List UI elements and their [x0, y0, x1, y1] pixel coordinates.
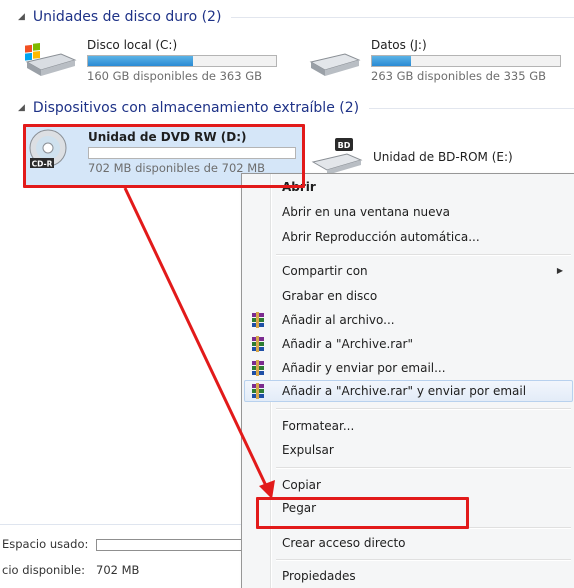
group-header-hard-disks[interactable]: ◢ Unidades de disco duro (2) — [18, 7, 574, 27]
group-title: Dispositivos con almacenamiento extraíbl… — [32, 100, 360, 116]
collapse-triangle-icon[interactable]: ◢ — [18, 12, 25, 22]
menu-separator — [276, 467, 571, 469]
drive-name: Datos (J:) — [371, 38, 427, 52]
group-header-removable[interactable]: ◢ Dispositivos con almacenamiento extraí… — [18, 98, 574, 118]
menu-item-burn[interactable]: Grabar en disco — [244, 285, 573, 307]
menu-item-add-rar-email[interactable]: Añadir a "Archive.rar" y enviar por emai… — [244, 380, 573, 402]
menu-item-create-shortcut[interactable]: Crear acceso directo — [244, 532, 573, 554]
drive-e[interactable]: BD Unidad de BD-ROM (E:) — [307, 134, 572, 178]
drive-c[interactable]: Disco local (C:) 160 GB disponibles de 3… — [21, 38, 291, 83]
menu-item-add-archive[interactable]: Añadir al archivo... — [244, 309, 573, 331]
winrar-icon — [252, 336, 264, 352]
group-divider — [231, 16, 574, 18]
annotation-box-dvd-drive — [23, 124, 305, 188]
menu-item-eject[interactable]: Expulsar — [244, 439, 573, 461]
menu-item-open-new-window[interactable]: Abrir en una ventana nueva — [244, 201, 573, 223]
winrar-icon — [252, 360, 264, 376]
drive-name: Unidad de BD-ROM (E:) — [373, 150, 513, 164]
menu-item-add-email[interactable]: Añadir y enviar por email... — [244, 357, 573, 379]
bd-rom-drive-icon: BD — [311, 138, 363, 175]
collapse-triangle-icon[interactable]: ◢ — [18, 103, 25, 113]
free-space-label: cio disponible: — [2, 563, 85, 577]
menu-item-properties[interactable]: Propiedades — [244, 565, 573, 587]
windows-drive-icon — [25, 43, 77, 76]
used-space-label: Espacio usado: — [2, 537, 89, 551]
menu-separator — [276, 254, 571, 256]
capacity-fill — [88, 56, 194, 66]
drive-name: Disco local (C:) — [87, 38, 178, 52]
capacity-fill — [372, 56, 412, 66]
menu-item-autoplay[interactable]: Abrir Reproducción automática... — [244, 226, 573, 248]
winrar-icon — [252, 312, 264, 328]
hard-drive-icon — [309, 53, 361, 76]
submenu-arrow-icon: ▶ — [556, 266, 563, 275]
menu-item-copy[interactable]: Copiar — [244, 474, 573, 496]
menu-item-format[interactable]: Formatear... — [244, 415, 573, 437]
capacity-bar — [87, 55, 277, 67]
drive-j[interactable]: Datos (J:) 263 GB disponibles de 335 GB — [305, 38, 570, 83]
free-space-value: 702 MB — [96, 563, 140, 577]
menu-item-add-archive-rar[interactable]: Añadir a "Archive.rar" — [244, 333, 573, 355]
free-space-text: 160 GB disponibles de 363 GB — [87, 69, 263, 83]
group-title: Unidades de disco duro (2) — [32, 9, 222, 25]
used-space-bar — [96, 539, 248, 551]
winrar-icon — [252, 383, 264, 399]
menu-separator — [276, 408, 571, 410]
menu-item-share-with[interactable]: Compartir con ▶ — [244, 260, 573, 282]
group-divider — [369, 107, 574, 109]
menu-separator — [276, 559, 571, 561]
details-pane: Espacio usado: cio disponible: 702 MB — [0, 524, 250, 588]
svg-text:BD: BD — [338, 141, 351, 150]
annotation-box-paste — [256, 497, 469, 529]
capacity-bar — [371, 55, 561, 67]
free-space-text: 263 GB disponibles de 335 GB — [371, 69, 547, 83]
